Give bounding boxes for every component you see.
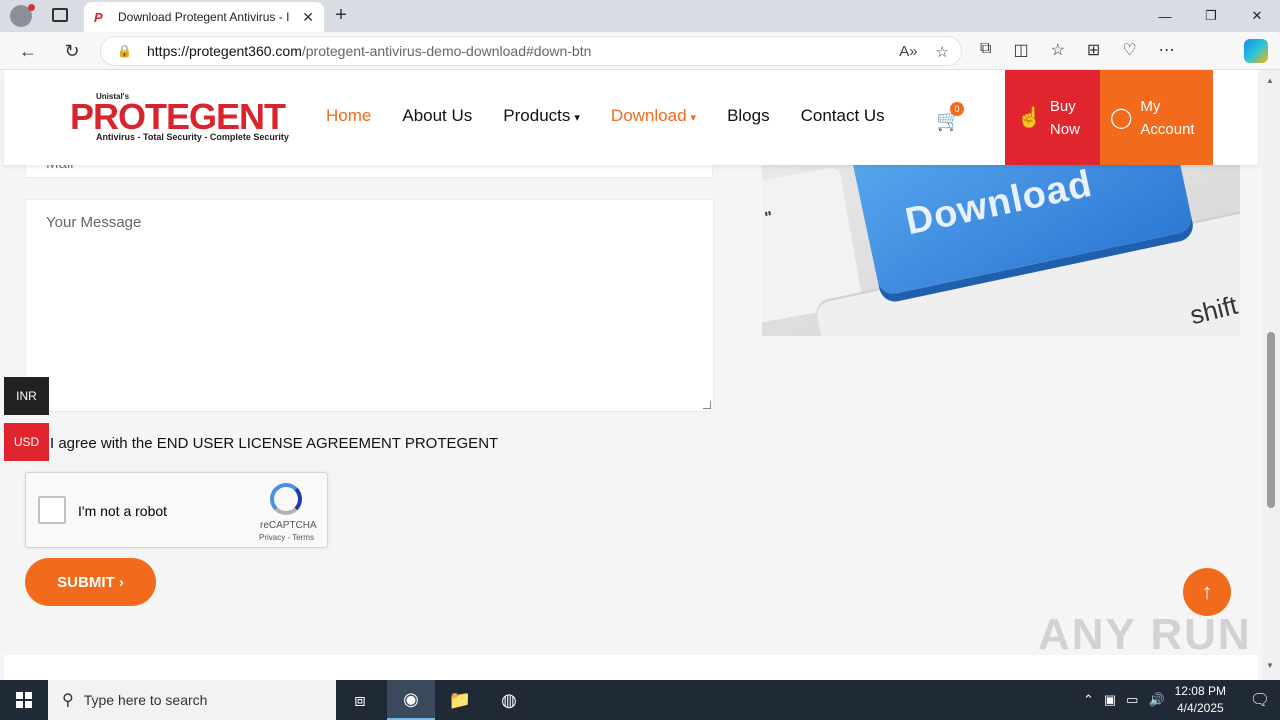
menu-contact-us[interactable]: Contact Us [801,106,885,126]
start-button[interactable] [0,680,48,720]
extensions-icon[interactable]: ⧉ [980,40,991,60]
arrow-up-icon: ↑ [1201,579,1213,604]
read-aloud-icon[interactable]: A» [899,43,917,61]
recaptcha-label: I'm not a robot [78,503,168,519]
address-bar[interactable]: 🔒 https://protegent360.com/protegent-ant… [100,36,962,66]
scroll-to-top-button[interactable]: ↑ [1183,568,1231,616]
recaptcha-checkbox[interactable] [38,496,66,524]
my-account-button[interactable]: ◯ My Account [1100,70,1213,165]
system-tray: ⌃ ▣ ▭ 🔊 12:08 PM 4/4/2025 🗨 [1083,680,1280,720]
url-text: https://protegent360.com/protegent-antiv… [147,43,592,59]
scroll-up-icon[interactable]: ▲ [1266,76,1274,85]
favorite-star-icon[interactable]: ☆ [936,43,949,61]
window-controls: — ❐ ✕ [1142,0,1280,32]
buy-now-button[interactable]: ☝ Buy Now [1005,70,1100,165]
page-scrollbar[interactable]: ▲ ▼ [1262,70,1280,680]
firefox-icon[interactable]: ◍ [485,680,533,720]
edge-browser-icon[interactable]: ◉ [387,680,435,720]
chevron-down-icon: ▾ [574,112,580,124]
more-menu-icon[interactable]: ⋯ [1159,40,1175,60]
menu-home[interactable]: Home [326,106,371,126]
download-keyboard-image: " Download shift [762,165,1240,336]
menu-products[interactable]: Products ▾ [503,106,580,126]
chevron-down-icon: ▾ [690,112,697,124]
currency-inr-button[interactable]: INR [4,377,49,415]
taskbar-search[interactable]: ⚲ Type here to search [48,680,336,720]
browser-tab[interactable]: P Download Protegent Antivirus - I ✕ [84,2,324,32]
user-icon: ◯ [1110,107,1133,129]
profile-notification-dot [28,4,35,11]
tab-title: Download Protegent Antivirus - I [118,10,290,24]
tab-actions-icon[interactable] [52,8,68,22]
notifications-icon[interactable]: 🗨 [1240,680,1280,720]
refresh-icon[interactable]: ↻ [60,40,84,62]
address-bar-actions: A» ☆ [899,43,949,61]
message-placeholder: Your Message [46,214,142,231]
volume-icon[interactable]: 🔊 [1148,692,1164,708]
recaptcha-widget: I'm not a robot reCAPTCHA Privacy - Term… [25,472,328,548]
favorites-icon[interactable]: ☆ [1051,40,1065,60]
page-viewport: Mail " Download shift Your Message INR U… [0,70,1262,680]
recaptcha-links[interactable]: Privacy - Terms [259,533,314,542]
collections-icon[interactable]: ⊞ [1087,40,1100,60]
clock[interactable]: 12:08 PM 4/4/2025 [1175,683,1226,717]
cart-count-badge: 0 [950,102,964,116]
lock-icon[interactable]: 🔒 [117,44,132,58]
task-view-icon[interactable]: ⧈ [336,680,384,720]
chevron-up-icon[interactable]: ⌃ [1083,692,1094,708]
submit-button[interactable]: SUBMIT › [25,558,156,606]
browser-tab-strip: P Download Protegent Antivirus - I ✕ + —… [0,0,1280,32]
search-icon: ⚲ [62,692,74,709]
license-agreement-label[interactable]: I agree with the END USER LICENSE AGREEM… [50,435,498,452]
back-icon[interactable]: ← [16,40,40,62]
cart-icon[interactable]: 🛒 0 [936,102,964,133]
device-icon[interactable]: ▣ [1104,692,1116,708]
anyrun-watermark: ANY RUN [1038,610,1252,659]
browser-toolbar: ← ↻ 🔒 https://protegent360.com/protegent… [0,32,1280,70]
network-icon[interactable]: ▭ [1126,692,1138,708]
menu-blogs[interactable]: Blogs [727,106,770,126]
currency-usd-button[interactable]: USD [4,423,49,461]
split-screen-icon[interactable]: ◫ [1013,40,1028,60]
main-menu: Home About Us Products ▾ Download ▾ Blogs … [326,106,885,126]
close-window-icon[interactable]: ✕ [1234,0,1280,32]
resize-handle-icon[interactable] [703,401,711,409]
recaptcha-brand: reCAPTCHA [260,520,317,531]
hand-pointer-icon: ☝ [1017,107,1042,129]
file-explorer-icon[interactable]: 📁 [436,680,484,720]
new-tab-icon[interactable]: + [330,4,352,26]
minimize-icon[interactable]: — [1142,0,1188,32]
restore-icon[interactable]: ❐ [1188,0,1234,32]
scroll-down-icon[interactable]: ▼ [1266,661,1274,670]
message-textarea[interactable]: Your Message [25,199,714,412]
toolbar-icons: ⧉ ◫ ☆ ⊞ ♡ ⋯ [980,40,1175,60]
close-tab-icon[interactable]: ✕ [302,9,314,26]
favicon-icon: P [94,9,103,25]
windows-logo-icon [16,692,32,708]
site-header: Unistal's PROTEGENT Antivirus - Total Se… [4,70,1258,165]
scrollbar-thumb[interactable] [1267,332,1275,508]
recaptcha-logo-icon [270,483,302,515]
windows-taskbar: ⚲ Type here to search ⧈ ◉ 📁 ◍ ⌃ ▣ ▭ 🔊 12… [0,680,1280,720]
menu-download[interactable]: Download ▾ [611,106,696,126]
copilot-icon[interactable] [1244,39,1268,63]
menu-about-us[interactable]: About Us [402,106,472,126]
performance-icon[interactable]: ♡ [1122,40,1136,60]
protegent-logo[interactable]: Unistal's PROTEGENT Antivirus - Total Se… [70,92,300,148]
